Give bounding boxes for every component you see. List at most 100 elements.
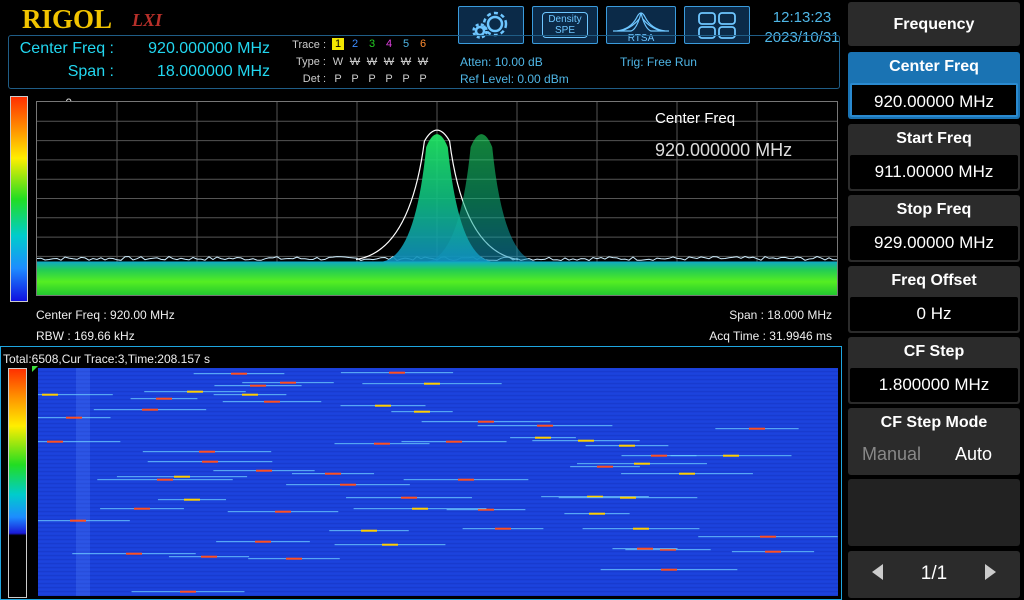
trace-4-number[interactable]: 4: [383, 38, 395, 50]
waterfall-hotspot: [458, 478, 474, 481]
waterfall-hotspot: [264, 400, 280, 403]
waterfall-hotspot: [174, 475, 190, 478]
waterfall-hotspot: [749, 427, 765, 430]
waterfall-hotspot: [389, 371, 405, 374]
freq-offset-key-value[interactable]: 0 Hz: [850, 297, 1018, 331]
menu-title-text: Frequency: [893, 16, 975, 33]
trace-1-number[interactable]: 1: [332, 38, 344, 50]
page-nav: 1/1: [848, 551, 1020, 598]
waterfall-hotspot: [424, 382, 440, 385]
trig-text: Trig: Free Run: [620, 55, 697, 69]
cf-step-mode-manual[interactable]: Manual: [862, 444, 921, 465]
center-freq-key-label: Center Freq: [889, 58, 979, 75]
density-label: Density: [548, 14, 582, 25]
atten-text: Atten: 10.00 dB: [460, 55, 543, 69]
waterfall-hotspot: [679, 472, 695, 475]
marker-title: Center Freq: [655, 110, 736, 127]
waterfall-hotspot: [42, 393, 58, 396]
trace-6-det: P: [419, 73, 427, 85]
waterfall-hotspot: [634, 462, 650, 465]
det-label: Det :: [302, 73, 326, 85]
waterfall-color-scale: [8, 368, 27, 598]
trace-3-det: P: [368, 73, 376, 85]
trace-2-type: W: [349, 56, 361, 68]
trace-6-type: W: [417, 56, 429, 68]
waterfall-hotspot: [765, 550, 781, 553]
waterfall-hotspot: [401, 496, 417, 499]
trace-5-det: P: [402, 73, 410, 85]
time-text: 12:13:23: [772, 9, 832, 26]
stop-freq-key[interactable]: Stop Freq 929.00000 MHz: [848, 195, 1020, 262]
waterfall-hotspot: [361, 529, 377, 532]
waterfall-hotspot: [478, 420, 494, 423]
center-freq-label: Center Freq :: [19, 40, 114, 57]
center-freq-value[interactable]: 920.000000 MHz: [120, 40, 270, 58]
waterfall-hotspot: [256, 469, 272, 472]
waterfall-hotspot: [231, 372, 247, 375]
waterfall-hotspot: [47, 440, 63, 443]
waterfall-hotspot: [325, 472, 341, 475]
span-footer: Span : 18.000 MHz: [729, 308, 832, 322]
stop-freq-key-value[interactable]: 929.00000 MHz: [850, 226, 1018, 260]
waterfall-hotspot: [66, 416, 82, 419]
trace-1-type: W: [332, 56, 344, 68]
waterfall-hotspot: [495, 527, 511, 530]
trace-3-number[interactable]: 3: [366, 38, 378, 50]
freq-offset-key[interactable]: Freq Offset 0 Hz: [848, 266, 1020, 333]
acq-time-footer: Acq Time : 31.9946 ms: [709, 329, 832, 343]
waterfall-hotspot: [661, 568, 677, 571]
cf-step-mode-key[interactable]: CF Step Mode Manual Auto: [848, 408, 1020, 475]
waterfall-hotspot: [620, 496, 636, 499]
waterfall-hotspot: [589, 512, 605, 515]
waterfall-hotspot: [340, 483, 356, 486]
next-page-icon[interactable]: [985, 564, 996, 580]
waterfall-hotspot: [637, 547, 653, 550]
trace-4-det: P: [385, 73, 393, 85]
waterfall-hotspot: [157, 478, 173, 481]
center-freq-key-value[interactable]: 920.00000 MHz: [850, 83, 1018, 117]
start-freq-key[interactable]: Start Freq 911.00000 MHz: [848, 124, 1020, 191]
center-freq-footer: Center Freq : 920.00 MHz: [36, 308, 175, 322]
center-freq-key[interactable]: Center Freq 920.00000 MHz: [848, 52, 1020, 119]
waterfall-hotspot: [202, 460, 218, 463]
span-value[interactable]: 18.000000 MHz: [120, 63, 270, 81]
waterfall-hotspot: [412, 507, 428, 510]
waterfall-hotspot: [126, 552, 142, 555]
trace-6-number[interactable]: 6: [417, 38, 429, 50]
trace-2-number[interactable]: 2: [349, 38, 361, 50]
waterfall-hotspot: [156, 397, 172, 400]
waterfall-hotspot: [255, 540, 271, 543]
trace-5-type: W: [400, 56, 412, 68]
start-freq-key-label: Start Freq: [896, 130, 972, 147]
marker-value: 920.000000 MHz: [655, 140, 793, 160]
freq-offset-key-label: Freq Offset: [891, 272, 977, 289]
waterfall-hotspot: [187, 390, 203, 393]
waterfall-hotspot: [578, 439, 594, 442]
waterfall-hotspot: [382, 543, 398, 546]
waterfall-hotspot: [70, 519, 86, 522]
trace-1-det: P: [334, 73, 342, 85]
type-label: Type :: [296, 56, 326, 68]
cf-step-key-value[interactable]: 1.800000 MHz: [850, 368, 1018, 402]
waterfall-hotspot: [280, 381, 296, 384]
waterfall-hotspot: [142, 408, 158, 411]
trace-4-type: W: [383, 56, 395, 68]
waterfall-hotspot: [275, 510, 291, 513]
waterfall-hotspot: [134, 507, 150, 510]
cf-step-key[interactable]: CF Step 1.800000 MHz: [848, 337, 1020, 404]
start-freq-key-value[interactable]: 911.00000 MHz: [850, 155, 1018, 189]
trace-label: Trace :: [292, 39, 326, 51]
trace-2-det: P: [351, 73, 359, 85]
cf-step-key-label: CF Step: [903, 343, 965, 360]
waterfall-display[interactable]: [38, 368, 838, 596]
cf-step-mode-key-label: CF Step Mode: [880, 414, 988, 431]
cf-step-mode-auto[interactable]: Auto: [955, 444, 992, 465]
span-label: Span :: [67, 63, 114, 80]
trace-5-number[interactable]: 5: [400, 38, 412, 50]
waterfall-hotspot: [619, 444, 635, 447]
waterfall-hotspot: [414, 410, 430, 413]
rtsa-waveform-icon: [613, 12, 669, 32]
waterfall-hotspot: [180, 590, 196, 593]
spectrum-plot[interactable]: Center Freq 920.000000 MHz: [36, 101, 838, 296]
waterfall-hotspot: [286, 557, 302, 560]
